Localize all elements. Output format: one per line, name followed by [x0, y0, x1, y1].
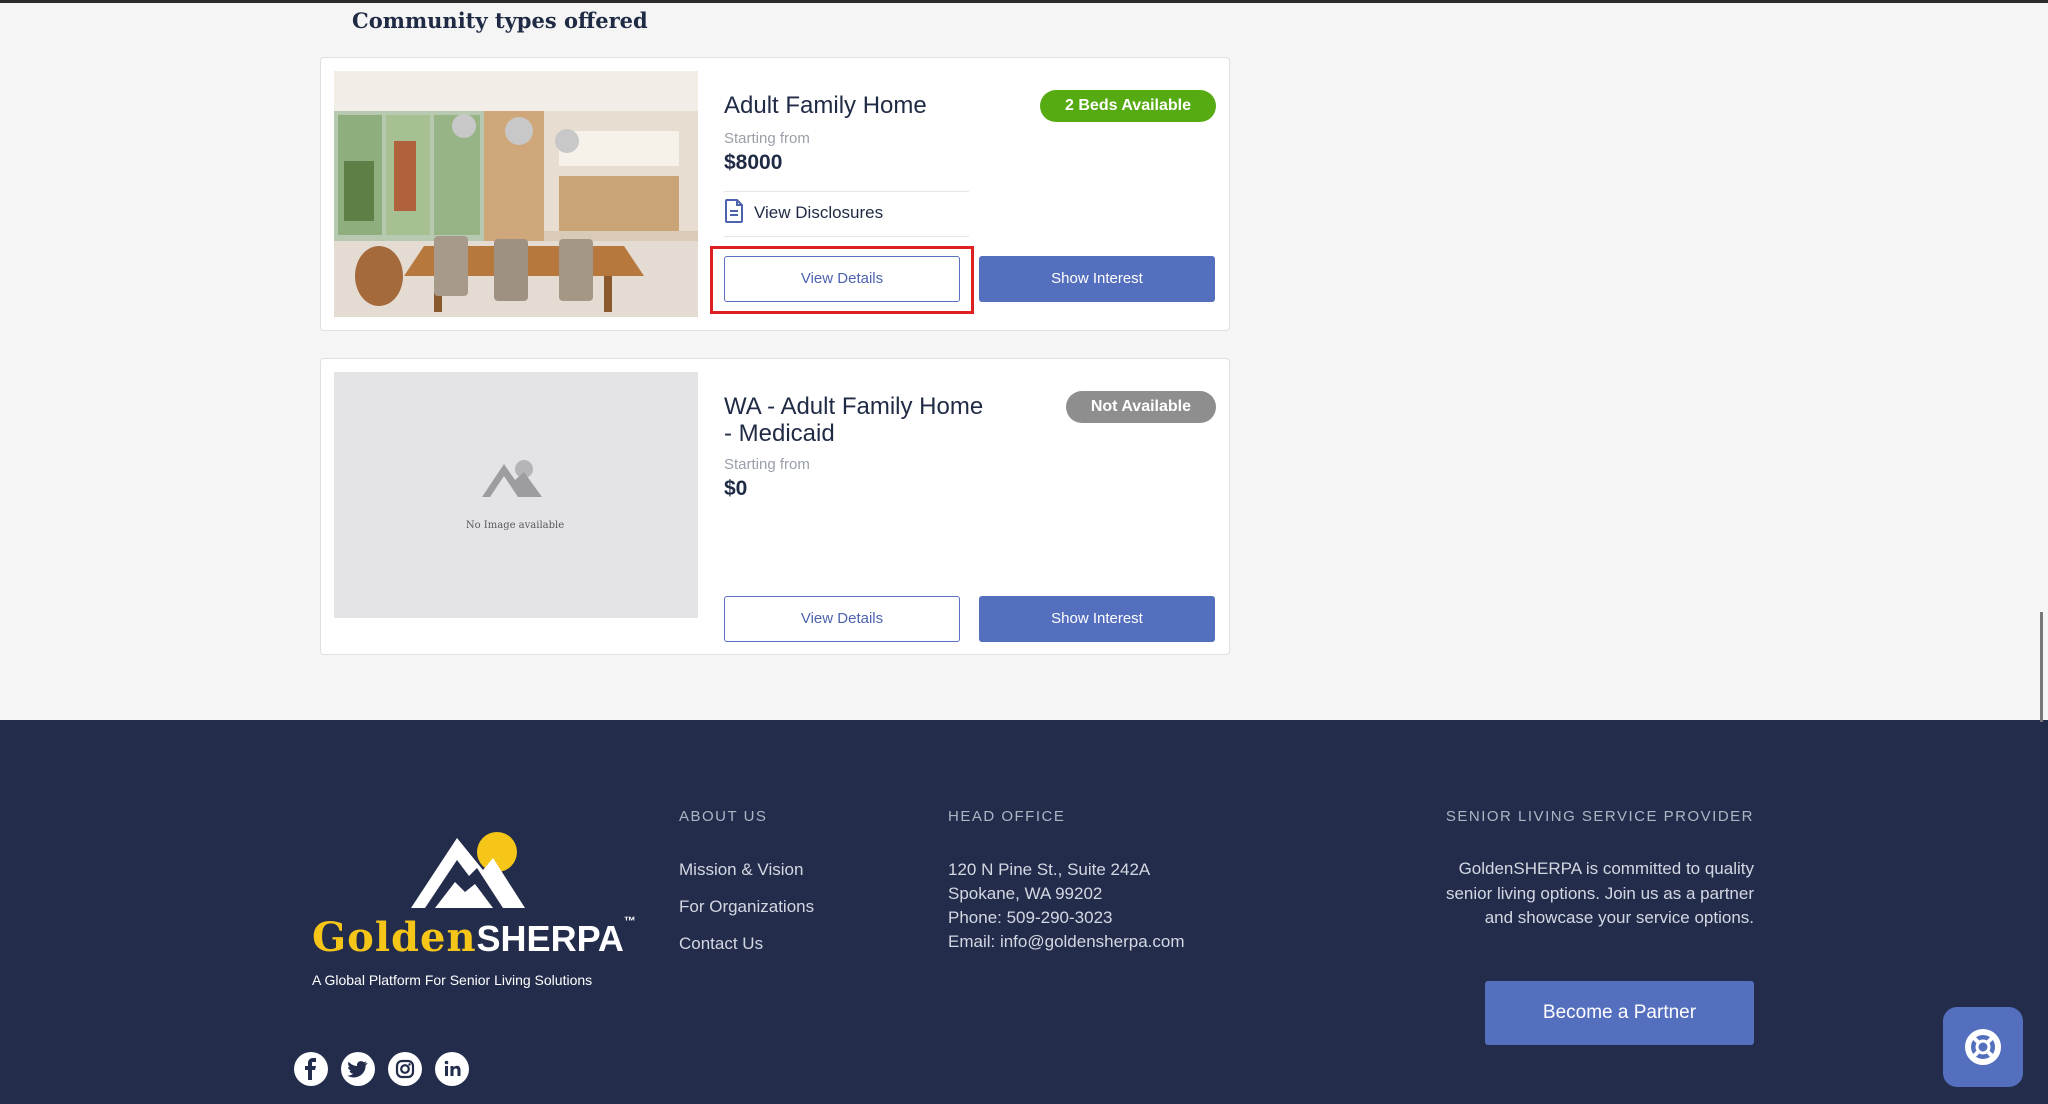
no-image-placeholder: No Image available [334, 372, 698, 618]
svg-text:No Image available: No Image available [466, 520, 564, 531]
divider [724, 236, 969, 237]
footer-link-contact[interactable]: Contact Us [679, 934, 763, 954]
section-title: Community types offered [352, 8, 648, 33]
price: $0 [724, 477, 748, 500]
linkedin-icon[interactable] [435, 1052, 469, 1086]
top-border [0, 0, 2048, 3]
document-icon [724, 198, 744, 228]
availability-badge: 2 Beds Available [1040, 90, 1216, 122]
office-email: Email: info@goldensherpa.com [948, 932, 1185, 951]
starting-from-label: Starting from [724, 456, 810, 473]
help-button[interactable] [1943, 1007, 2023, 1087]
service-provider-heading: SENIOR LIVING SERVICE PROVIDER [1445, 808, 1754, 825]
head-office-heading: HEAD OFFICE [948, 808, 1066, 825]
logo-tagline: A Global Platform For Senior Living Solu… [312, 972, 593, 988]
lifebuoy-icon [1965, 1029, 2001, 1065]
office-address-line: 120 N Pine St., Suite 242A [948, 860, 1151, 879]
partner-description: GoldenSHERPA is committed to quality sen… [1445, 859, 1754, 927]
community-title: WA - Adult Family Home - Medicaid [724, 393, 984, 447]
show-interest-button[interactable]: Show Interest [979, 256, 1215, 302]
logo-wordmark: GoldenSHERPA™ [312, 914, 636, 961]
facebook-icon[interactable] [294, 1052, 328, 1086]
footer-link-organizations[interactable]: For Organizations [679, 897, 814, 917]
footer-link-mission[interactable]: Mission & Vision [679, 860, 803, 880]
instagram-icon[interactable] [388, 1052, 422, 1086]
availability-badge: Not Available [1065, 391, 1216, 423]
view-details-highlight [710, 246, 974, 314]
divider [724, 191, 969, 192]
about-us-heading: ABOUT US [679, 808, 768, 825]
office-city-line: Spokane, WA 99202 [948, 884, 1103, 903]
community-title: Adult Family Home [724, 92, 927, 119]
starting-from-label: Starting from [724, 130, 810, 147]
community-card: No Image available WA - Adult Family Hom… [320, 358, 1230, 655]
twitter-icon[interactable] [341, 1052, 375, 1086]
community-photo [334, 71, 698, 317]
view-disclosures-label: View Disclosures [754, 203, 884, 222]
become-partner-button[interactable]: Become a Partner [1485, 981, 1754, 1045]
view-details-button[interactable]: View Details [724, 596, 960, 642]
view-disclosures-link[interactable]: View Disclosures [724, 198, 884, 228]
site-footer: GoldenSHERPA™ A Global Platform For Seni… [0, 720, 2048, 1104]
show-interest-button[interactable]: Show Interest [979, 596, 1215, 642]
price: $8000 [724, 151, 783, 174]
mountain-logo-icon [411, 832, 525, 908]
scrollbar-thumb[interactable] [2040, 612, 2043, 722]
office-phone: Phone: 509-290-3023 [948, 908, 1113, 927]
